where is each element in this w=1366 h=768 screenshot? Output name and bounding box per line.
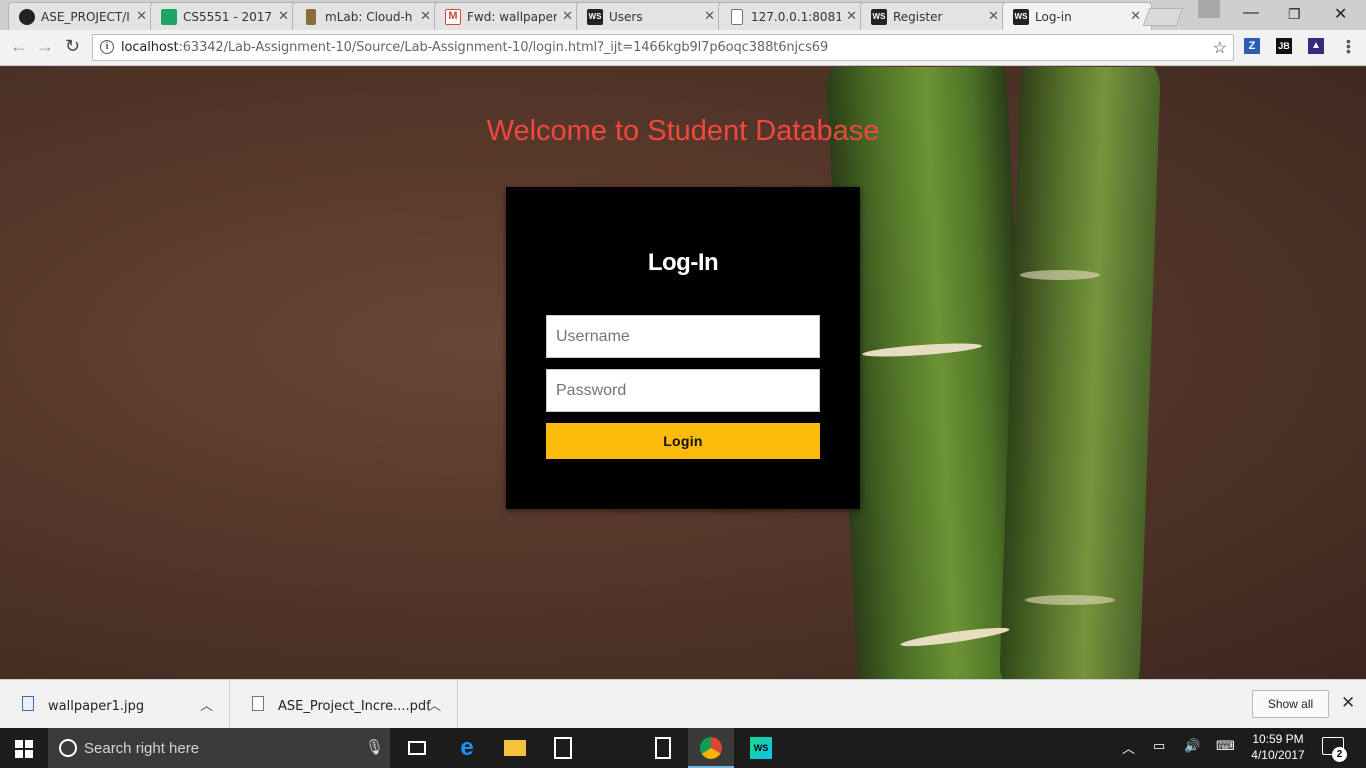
extension-icon[interactable]: ▲ (1308, 38, 1324, 54)
tab-users[interactable]: WS Users ✕ (576, 2, 726, 30)
clock-time: 10:59 PM (1252, 732, 1304, 746)
close-icon[interactable]: ✕ (846, 8, 857, 24)
close-icon[interactable]: ✕ (1130, 8, 1141, 24)
tab-mlab[interactable]: mLab: Cloud-h ✕ (292, 2, 442, 30)
taskbar-search[interactable]: Search right here 🎙 (48, 728, 390, 768)
bamboo-node (1025, 595, 1115, 605)
task-view-icon[interactable] (394, 728, 440, 768)
tab-label: 127.0.0.1:8081/ (751, 10, 841, 24)
page-viewport: Welcome to Student Database Log-In Login (0, 67, 1366, 679)
close-icon[interactable]: ✕ (136, 8, 147, 24)
jetbrains-extension-icon[interactable]: JB (1276, 38, 1292, 54)
close-icon[interactable]: ✕ (278, 8, 289, 24)
tab-register[interactable]: WS Register ✕ (860, 2, 1010, 30)
reload-icon[interactable]: ↻ (65, 36, 80, 57)
login-title: Log-In (647, 249, 719, 276)
webstorm-icon: WS (1013, 9, 1029, 25)
show-all-button[interactable]: Show all (1252, 690, 1329, 718)
browser-toolbar: ← → ↻ i localhost:63342/Lab-Assignment-1… (0, 30, 1366, 66)
url-path: :63342/Lab-Assignment-10/Source/Lab-Assi… (178, 40, 829, 55)
login-form: Log-In Login (506, 187, 860, 509)
image-file-icon (22, 696, 34, 711)
gmail-icon: M (445, 9, 461, 25)
download-filename: ASE_Project_Incre....pdf (278, 699, 431, 714)
pdf-file-icon (252, 696, 264, 711)
battery-icon[interactable]: ▭ (1153, 738, 1165, 754)
keyboard-icon[interactable]: ⌨ (1216, 738, 1235, 754)
chrome-icon[interactable] (688, 728, 734, 768)
login-button[interactable]: Login (546, 423, 820, 459)
browser-tab-strip: ASE_PROJECT/I ✕ CS5551 - 2017 ✕ mLab: Cl… (0, 0, 1366, 31)
download-item[interactable]: ASE_Project_Incre....pdf ︿ (230, 680, 458, 729)
chevron-up-icon[interactable]: ︿ (1122, 738, 1135, 757)
microphone-icon[interactable]: 🎙 (365, 738, 384, 756)
close-icon[interactable]: ✕ (562, 8, 573, 24)
profile-icon[interactable] (1198, 0, 1220, 18)
page-heading: Welcome to Student Database (486, 115, 880, 147)
file-explorer-icon[interactable] (492, 728, 538, 768)
tab-label: Log-in (1035, 10, 1072, 24)
minimize-icon[interactable]: — (1243, 4, 1259, 22)
volume-icon[interactable]: 🔊 (1184, 738, 1200, 754)
address-bar[interactable]: i localhost:63342/Lab-Assignment-10/Sour… (92, 34, 1234, 61)
chevron-up-icon[interactable]: ︿ (428, 695, 441, 714)
zotero-extension-icon[interactable]: Z (1244, 38, 1260, 54)
windows-start-icon[interactable] (15, 740, 33, 758)
tab-label: ASE_PROJECT/I (41, 10, 130, 24)
password-input[interactable] (546, 369, 820, 412)
chevron-up-icon[interactable]: ︿ (200, 695, 213, 714)
close-icon[interactable]: ✕ (704, 8, 715, 24)
download-shelf: wallpaper1.jpg ︿ ASE_Project_Incre....pd… (0, 679, 1366, 729)
tab-log-in[interactable]: WS Log-in ✕ (1002, 2, 1152, 31)
tab-label: CS5551 - 2017 (183, 10, 273, 24)
notification-count-badge: 2 (1332, 747, 1347, 762)
close-icon[interactable]: ✕ (1341, 693, 1355, 713)
back-icon[interactable]: ← (10, 36, 28, 57)
new-tab-button[interactable] (1142, 8, 1184, 26)
tab-localhost-8081[interactable]: 127.0.0.1:8081/ ✕ (718, 2, 868, 30)
webstorm-icon[interactable]: WS (738, 728, 784, 768)
username-input[interactable] (546, 315, 820, 358)
bamboo-node (1020, 270, 1100, 280)
download-filename: wallpaper1.jpg (48, 699, 145, 714)
webstorm-icon: WS (871, 9, 887, 25)
tab-gmail[interactable]: M Fwd: wallpaper ✕ (434, 2, 584, 30)
page-icon (731, 9, 743, 25)
tab-label: mLab: Cloud-h (325, 10, 413, 24)
tab-cs5551[interactable]: CS5551 - 2017 ✕ (150, 2, 300, 30)
close-icon[interactable]: ✕ (988, 8, 999, 24)
close-icon[interactable]: ✕ (420, 8, 431, 24)
tab-label: Fwd: wallpaper (467, 10, 557, 24)
tab-label: Register (893, 10, 943, 24)
search-placeholder: Search right here (84, 740, 200, 757)
edge-icon[interactable]: e (444, 728, 490, 768)
clock-date: 4/10/2017 (1251, 748, 1305, 762)
windows-taskbar: Search right here 🎙 e WS ︿ ▭ 🔊 ⌨ 10:59 P… (0, 728, 1366, 768)
forward-icon[interactable]: → (36, 36, 54, 57)
url-text[interactable]: localhost:63342/Lab-Assignment-10/Source… (121, 40, 828, 55)
info-icon[interactable]: i (100, 40, 114, 54)
bookmark-star-icon[interactable]: ☆ (1213, 38, 1227, 58)
webstorm-icon: WS (587, 9, 603, 25)
download-item[interactable]: wallpaper1.jpg ︿ (0, 680, 230, 729)
calculator-icon[interactable] (640, 728, 686, 768)
cortana-icon (59, 739, 77, 757)
restore-icon[interactable]: ❐ (1288, 6, 1301, 23)
mlab-icon (306, 9, 316, 25)
tab-ase-project[interactable]: ASE_PROJECT/I ✕ (8, 2, 158, 30)
url-host: localhost (121, 40, 179, 55)
bamboo-stalk-image (998, 67, 1162, 679)
github-icon (19, 9, 35, 25)
taskbar-clock[interactable]: 10:59 PM 4/10/2017 (1248, 731, 1308, 763)
store-icon[interactable] (540, 728, 586, 768)
sheets-icon (161, 9, 177, 25)
browser-menu-icon[interactable]: • • • (1346, 34, 1351, 58)
window-close-icon[interactable]: ✕ (1334, 4, 1347, 24)
tab-label: Users (609, 10, 643, 24)
